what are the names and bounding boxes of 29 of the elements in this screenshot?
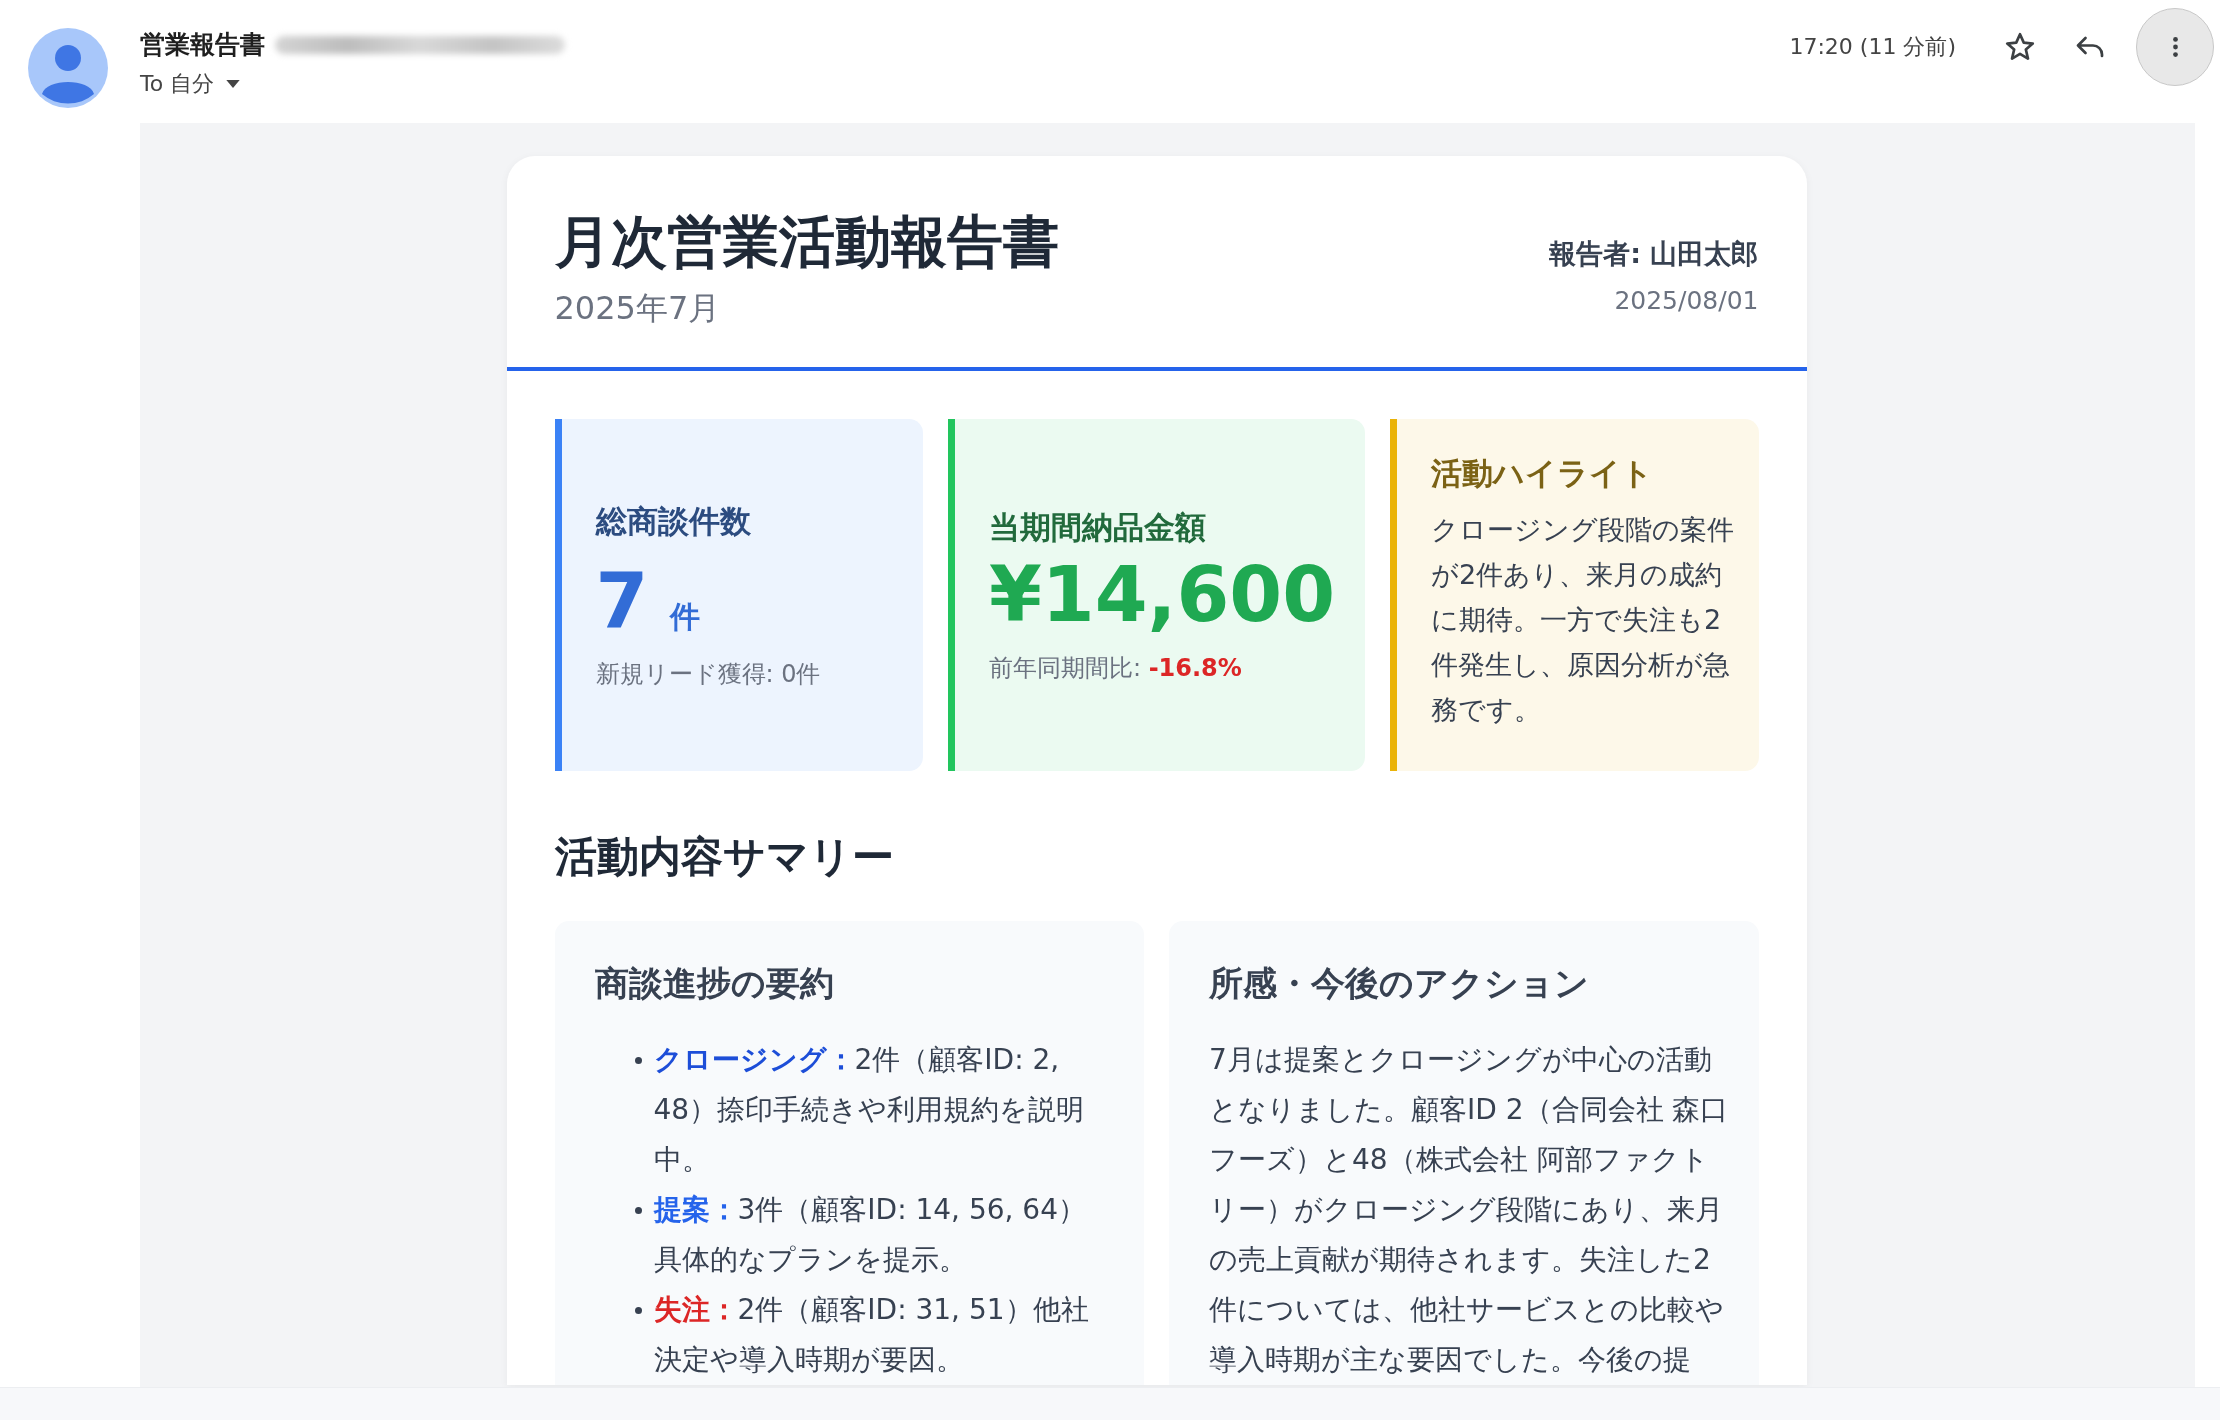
bullet-icon: [634, 1207, 642, 1215]
bullet-icon: [634, 1307, 642, 1315]
report-title: 月次営業活動報告書: [554, 208, 1059, 276]
metric-unit: 件: [670, 597, 701, 636]
panel-heading: 商談進捗の要約: [594, 962, 835, 1006]
metric-note: 前年同期間比: -16.8%: [988, 652, 1243, 684]
list-item-text: 失注：2件（顧客ID: 31, 51）他社決定や導入時期が要因。: [653, 1292, 1090, 1379]
metric-title: 当期間納品金額: [988, 507, 1207, 547]
metric-value: 7: [595, 554, 649, 646]
panel-heading: 所感・今後のアクション: [1209, 962, 1590, 1006]
metric-title: 活動ハイライト: [1431, 454, 1655, 494]
section-heading: 活動内容サマリー: [554, 831, 895, 884]
avatar-icon: [28, 28, 108, 108]
highlight-text: クロージング段階の案件が2件あり、来月の成約に期待。一方で失注も2件発生し、原因分析が急務です。: [1431, 513, 1736, 728]
panel-paragraph: 7月は提案とクロージングが中心の活動となりました。顧客ID 2（合同会社 森口フーズ）と48（株式会社 阿部ファクトリー）がクロージング段階にあり、来月の売上貢献が期待されます。失注した2件については、他社サービスとの比較や導入時期が主な要因でした。今後の提: [1209, 1042, 1729, 1379]
timestamp: 17:20 (11 分前): [1789, 33, 1956, 61]
bullet-icon: [634, 1057, 642, 1065]
recipient-dropdown[interactable]: To 自分: [140, 69, 241, 99]
list-item-text: 提案：3件（顧客ID: 14, 56, 64）具体的なプランを提示。: [653, 1192, 1087, 1279]
list-item-text: クロージング：2件（顧客ID: 2, 48）捺印手続きや利用規約を説明中。: [653, 1042, 1086, 1179]
reporter-name: 報告者: 山田太郎: [1549, 237, 1759, 271]
report-period: 2025年7月: [554, 288, 722, 330]
metric-value: ¥14,600: [988, 548, 1336, 640]
report-date: 2025/08/01: [1613, 286, 1759, 315]
metric-note: 新規リード獲得: 0件: [595, 658, 822, 690]
metric-title: 総商談件数: [595, 501, 752, 541]
sender-name: 営業報告書: [140, 29, 265, 61]
caret-icon: [226, 80, 241, 88]
more-icon: [2171, 34, 2179, 60]
